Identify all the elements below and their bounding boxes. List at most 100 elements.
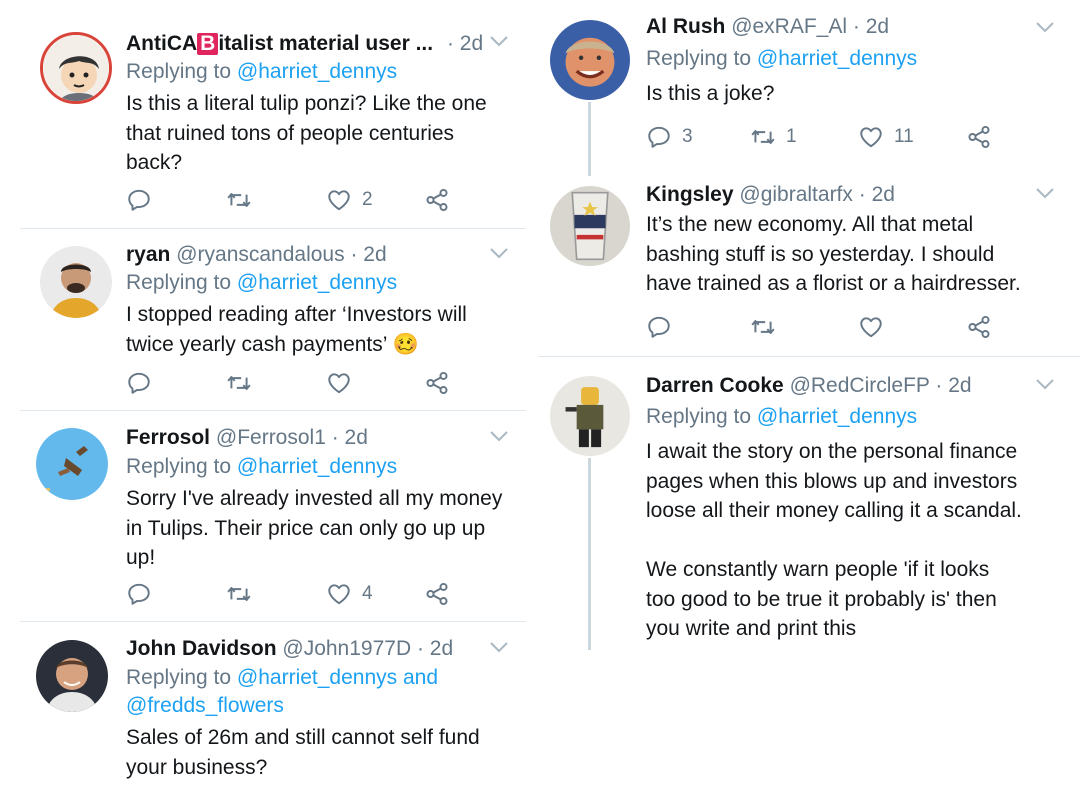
- timestamp[interactable]: · 2d: [332, 426, 368, 449]
- tweet-text-line: It’s the new economy. All that metal: [646, 213, 974, 236]
- tweet-text-line: up!: [126, 546, 156, 569]
- mention-link[interactable]: @fredds_flowers: [126, 694, 284, 717]
- share-button[interactable]: [424, 185, 450, 215]
- handle[interactable]: @RedCircleFP: [790, 374, 930, 397]
- like-button[interactable]: [326, 368, 362, 398]
- display-name[interactable]: John Davidson: [126, 637, 277, 660]
- like-button[interactable]: 11: [858, 122, 914, 152]
- tweet-text-line: back?: [126, 151, 183, 174]
- tweet-text-line: bashing stuff is so yesterday. I should: [646, 242, 995, 266]
- retweet-count: 1: [786, 126, 797, 147]
- tweet-header: Al Rush @exRAF_Al · 2d: [646, 14, 889, 40]
- chevron-down-icon[interactable]: [488, 429, 510, 443]
- share-button[interactable]: [966, 122, 992, 152]
- avatar[interactable]: [550, 376, 630, 456]
- replying-to-line-2: @fredds_flowers: [126, 692, 284, 720]
- display-name[interactable]: Al Rush: [646, 15, 725, 38]
- mention-link[interactable]: @harriet_dennys and: [237, 666, 438, 689]
- like-button[interactable]: [858, 312, 894, 342]
- retweet-button[interactable]: 1: [750, 122, 797, 152]
- retweet-button[interactable]: [226, 579, 262, 609]
- mention-link[interactable]: @harriet_dennys: [237, 60, 397, 83]
- display-name[interactable]: Kingsley: [646, 183, 734, 206]
- tweet-actions: 2: [126, 185, 456, 215]
- like-button[interactable]: 2: [326, 185, 373, 215]
- tweet-header: Darren Cooke @RedCircleFP · 2d: [646, 373, 972, 399]
- avatar[interactable]: [40, 32, 112, 104]
- share-icon: [966, 314, 992, 340]
- reply-button[interactable]: [126, 579, 162, 609]
- share-button[interactable]: [424, 579, 450, 609]
- retweet-button[interactable]: [226, 368, 262, 398]
- replying-to: Replying to @harriet_dennys and: [126, 664, 438, 692]
- tweet-text-line: We constantly warn people 'if it looks: [646, 558, 990, 581]
- handle[interactable]: @John1977D: [282, 637, 411, 660]
- tweet-text-line: I stopped reading after ‘Investors will: [126, 303, 467, 326]
- retweet-icon: [750, 314, 776, 340]
- avatar[interactable]: [40, 246, 112, 318]
- heart-icon: [326, 370, 352, 396]
- replying-to-label: Replying to: [126, 666, 237, 689]
- timestamp[interactable]: · 2d: [417, 637, 453, 660]
- display-name[interactable]: AntiCA: [126, 32, 197, 55]
- tweet-header: AntiCA Bitalist material user ... · 2d: [126, 31, 483, 57]
- timestamp[interactable]: · 2d: [350, 243, 386, 266]
- mention-link[interactable]: @harriet_dennys: [757, 47, 917, 70]
- reply-count: 3: [682, 126, 693, 147]
- tweet-text-line: your business?: [126, 755, 268, 779]
- mention-link[interactable]: @harriet_dennys: [757, 405, 917, 428]
- avatar[interactable]: [36, 640, 108, 712]
- handle[interactable]: @ryanscandalous: [176, 243, 344, 266]
- thread-line: [588, 458, 591, 650]
- avatar[interactable]: [36, 428, 108, 500]
- reply-icon: [646, 124, 672, 150]
- reply-icon: [126, 187, 152, 213]
- heart-icon: [858, 124, 884, 150]
- tweet-text-line: in Tulips. Their price can only go up up: [126, 516, 486, 540]
- timestamp[interactable]: · 2d: [853, 15, 889, 38]
- display-name-suffix[interactable]: italist material user ...: [218, 32, 433, 55]
- retweet-button[interactable]: [750, 312, 786, 342]
- reply-icon: [126, 581, 152, 607]
- mention-link[interactable]: @harriet_dennys: [237, 455, 397, 478]
- handle[interactable]: @Ferrosol1: [216, 426, 326, 449]
- display-name[interactable]: ryan: [126, 243, 170, 266]
- handle[interactable]: @exRAF_Al: [731, 15, 847, 38]
- share-button[interactable]: [966, 312, 992, 342]
- timestamp[interactable]: · 2d: [935, 374, 971, 397]
- tweet-text: Is this a joke?: [646, 79, 774, 109]
- replying-to: Replying to @harriet_dennys: [646, 403, 917, 431]
- tweet-header: Ferrosol @Ferrosol1 · 2d: [126, 425, 368, 451]
- tweet-text: I await the story on the personal financ…: [646, 437, 1022, 644]
- divider: [20, 228, 526, 229]
- reply-button[interactable]: [646, 312, 682, 342]
- retweet-button[interactable]: [226, 185, 262, 215]
- chevron-down-icon[interactable]: [1034, 20, 1056, 34]
- tweet-text-line: that ruined tons of people centuries: [126, 121, 455, 145]
- avatar[interactable]: [550, 186, 630, 266]
- handle[interactable]: @gibraltarfx: [739, 183, 853, 206]
- like-button[interactable]: 4: [326, 579, 373, 609]
- chevron-down-icon[interactable]: [488, 246, 510, 260]
- timestamp[interactable]: · 2d: [859, 183, 895, 206]
- avatar[interactable]: [550, 20, 630, 100]
- chevron-down-icon[interactable]: [488, 640, 510, 654]
- replying-to-label: Replying to: [126, 271, 237, 294]
- replying-to: Replying to @harriet_dennys: [646, 45, 917, 73]
- divider: [538, 356, 1080, 357]
- reply-button[interactable]: 3: [646, 122, 693, 152]
- reply-button[interactable]: [126, 368, 162, 398]
- tweet-actions: [646, 312, 996, 342]
- display-name[interactable]: Ferrosol: [126, 426, 210, 449]
- mention-link[interactable]: @harriet_dennys: [237, 271, 397, 294]
- timestamp[interactable]: · 2d: [447, 32, 483, 55]
- chevron-down-icon[interactable]: [1034, 377, 1056, 391]
- display-name[interactable]: Darren Cooke: [646, 374, 784, 397]
- reply-button[interactable]: [126, 185, 162, 215]
- chevron-down-icon[interactable]: [1034, 186, 1056, 200]
- reply-icon: [126, 370, 152, 396]
- share-button[interactable]: [424, 368, 450, 398]
- chevron-down-icon[interactable]: [488, 34, 510, 48]
- like-count: 4: [362, 583, 373, 604]
- tweet-text-line: loose all their money calling it a scand…: [646, 499, 1022, 522]
